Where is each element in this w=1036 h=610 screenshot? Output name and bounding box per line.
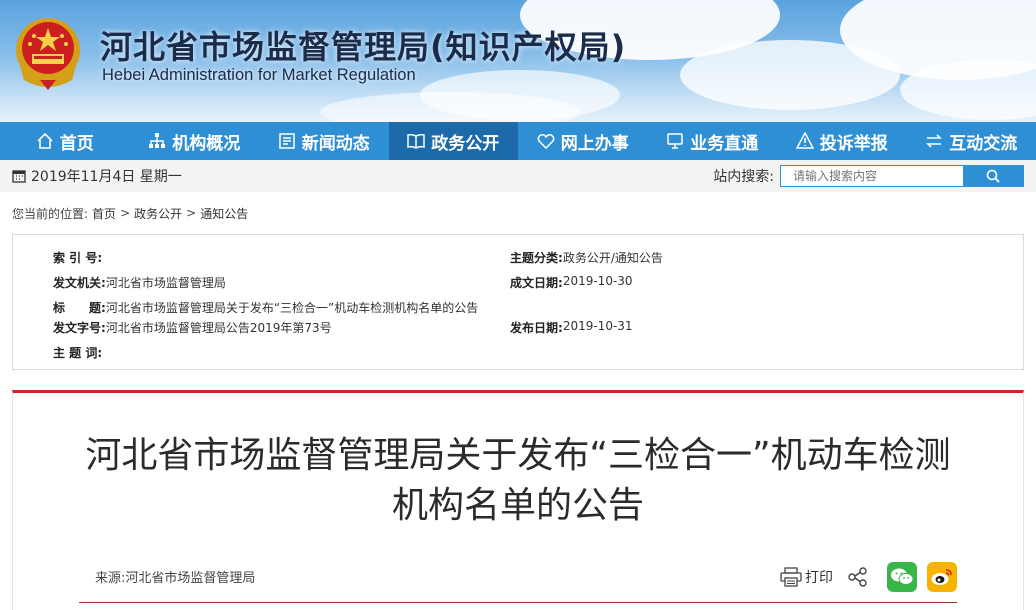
site-search: 站内搜索: <box>713 165 1024 187</box>
nav-item-label: 政务公开 <box>431 133 500 154</box>
monitor-icon <box>667 133 683 149</box>
search-input[interactable] <box>781 166 963 186</box>
weibo-icon <box>931 568 952 585</box>
article-tools: 打印 <box>780 561 957 592</box>
site-banner: 河北省市场监督管理局(知识产权局) Hebei Administration f… <box>0 0 1036 122</box>
meta-index-label: 索 引 号: <box>53 251 103 265</box>
date-text: 2019年11月4日 星期一 <box>31 169 182 185</box>
nav-item-gov-affairs[interactable]: 政务公开 <box>388 122 518 160</box>
nav-item-online-service[interactable]: 网上办事 <box>518 122 648 160</box>
breadcrumb-prefix: 您当前的位置: <box>12 206 89 221</box>
meta-created-label: 成文日期: <box>510 276 563 290</box>
print-label: 打印 <box>805 569 833 586</box>
org-chart-icon <box>149 133 166 148</box>
site-title: 河北省市场监督管理局(知识产权局) <box>100 28 627 66</box>
nav-item-complaint[interactable]: 投诉举报 <box>777 122 907 160</box>
meta-published-date: 发布日期: 2019-10-31 <box>510 319 633 336</box>
nav-item-news[interactable]: 新闻动态 <box>259 122 389 160</box>
meta-category-value: 政务公开/通知公告 <box>562 251 663 265</box>
nav-item-about[interactable]: 机构概况 <box>130 122 260 160</box>
meta-created-date: 成文日期: 2019-10-30 <box>510 274 633 291</box>
nav-item-label: 首页 <box>59 133 94 154</box>
nav-item-label: 新闻动态 <box>301 133 370 154</box>
printer-icon <box>780 566 802 587</box>
breadcrumb-home[interactable]: 首页 <box>92 205 116 222</box>
nav-item-label: 网上办事 <box>560 133 629 154</box>
article-title: 河北省市场监督管理局关于发布“三检合一”机动车检测机构名单的公告 <box>85 435 951 526</box>
nav-item-label: 投诉举报 <box>819 133 888 154</box>
article-source-bar: 来源:河北省市场监督管理局 打印 <box>79 551 957 603</box>
article-source: 来源:河北省市场监督管理局 <box>95 571 256 586</box>
nav-item-label: 业务直通 <box>690 133 759 154</box>
meta-published-label: 发布日期: <box>510 321 563 335</box>
nav-item-label: 互动交流 <box>949 133 1018 154</box>
search-button[interactable] <box>963 166 1023 186</box>
news-icon <box>279 133 295 149</box>
meta-docno-value: 河北省市场监督管理局公告2019年第73号 <box>105 321 332 335</box>
meta-created-value: 2019-10-30 <box>562 274 633 288</box>
article: 河北省市场监督管理局关于发布“三检合一”机动车检测机构名单的公告 来源:河北省市… <box>12 390 1024 610</box>
heart-icon <box>537 134 555 150</box>
national-emblem-icon <box>16 18 80 90</box>
main-nav: 首页 机构概况 新闻动态 政务公开 网上办事 业务直通 投诉举报 互动交流 <box>0 122 1036 160</box>
site-subtitle: Hebei Administration for Market Regulati… <box>102 66 416 84</box>
nav-item-interaction[interactable]: 互动交流 <box>907 122 1036 160</box>
meta-issuer-value: 河北省市场监督管理局 <box>105 276 226 290</box>
warning-icon <box>795 132 814 149</box>
breadcrumb: 您当前的位置: 首页 > 政务公开 > 通知公告 <box>0 192 1036 234</box>
breadcrumb-separator: > <box>186 206 197 220</box>
meta-issuer-label: 发文机关: <box>53 276 106 290</box>
share-icon[interactable] <box>847 566 869 588</box>
meta-doc-number: 发文字号: 河北省市场监督管理局公告2019年第73号 <box>53 319 332 336</box>
meta-category-label: 主题分类: <box>510 251 563 265</box>
print-button[interactable]: 打印 <box>780 566 833 587</box>
search-icon <box>986 169 1000 183</box>
exchange-icon <box>926 134 943 148</box>
meta-title: 标 题: 河北省市场监督管理局关于发布“三检合一”机动车检测机构名单的公告 <box>53 299 478 316</box>
wechat-icon <box>891 568 914 585</box>
search-box <box>780 165 1024 187</box>
meta-title-label: 标 题: <box>53 301 106 315</box>
meta-keywords-label: 主 题 词: <box>53 346 103 360</box>
nav-item-home[interactable]: 首页 <box>0 122 130 160</box>
breadcrumb-notices[interactable]: 通知公告 <box>200 205 248 222</box>
meta-category: 主题分类: 政务公开/通知公告 <box>510 249 663 266</box>
calendar-icon <box>12 170 26 183</box>
meta-index: 索 引 号: <box>53 249 102 266</box>
search-label: 站内搜索: <box>713 169 774 185</box>
date-search-bar: 2019年11月4日 星期一 站内搜索: <box>0 160 1036 192</box>
meta-keywords: 主 题 词: <box>53 344 102 361</box>
breadcrumb-gov-affairs[interactable]: 政务公开 <box>134 205 182 222</box>
weibo-share-button[interactable] <box>927 561 957 592</box>
home-icon <box>37 132 53 149</box>
document-metadata: 索 引 号: 主题分类: 政务公开/通知公告 发文机关: 河北省市场监督管理局 … <box>12 234 1024 370</box>
meta-title-value: 河北省市场监督管理局关于发布“三检合一”机动车检测机构名单的公告 <box>105 301 479 315</box>
meta-issuer: 发文机关: 河北省市场监督管理局 <box>53 274 226 291</box>
meta-published-value: 2019-10-31 <box>562 319 633 333</box>
nav-item-label: 机构概况 <box>172 133 241 154</box>
current-date: 2019年11月4日 星期一 <box>12 166 182 186</box>
wechat-share-button[interactable] <box>887 561 917 592</box>
nav-item-business[interactable]: 业务直通 <box>648 122 778 160</box>
open-book-icon <box>407 133 425 149</box>
meta-docno-label: 发文字号: <box>53 321 106 335</box>
breadcrumb-separator: > <box>120 206 131 220</box>
